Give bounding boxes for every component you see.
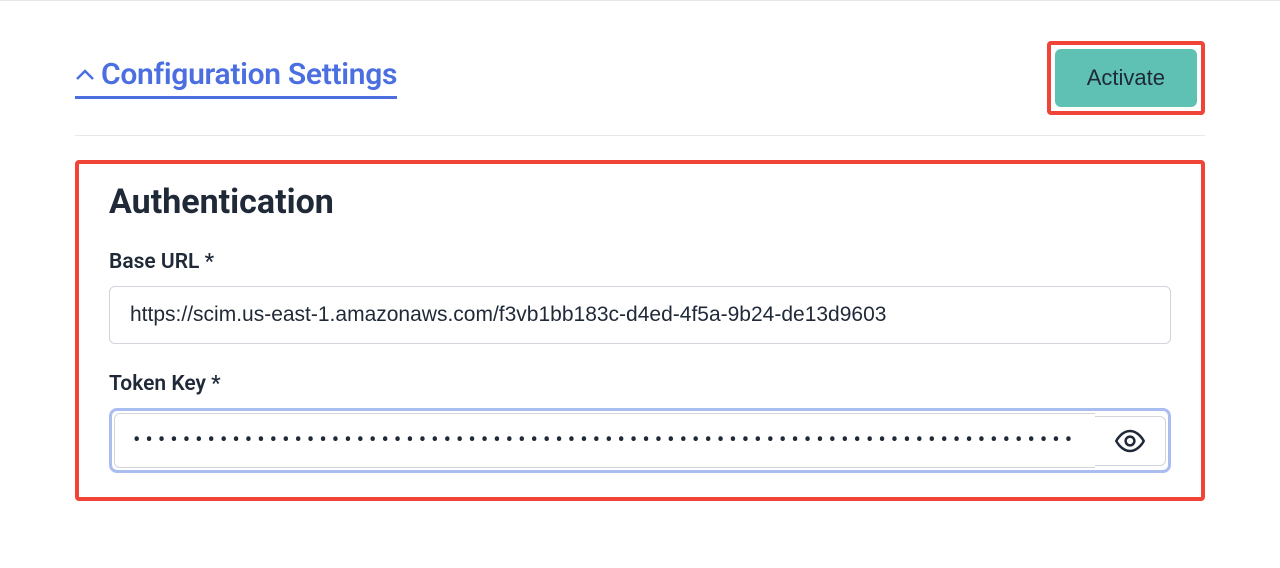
section-title-toggle[interactable]: Configuration Settings <box>75 57 397 99</box>
base-url-label: Base URL * <box>109 250 1171 274</box>
activate-highlight: Activate <box>1047 41 1205 115</box>
header-row: Configuration Settings Activate <box>75 41 1205 136</box>
config-container: Configuration Settings Activate Authenti… <box>0 1 1280 501</box>
authentication-heading: Authentication <box>109 182 1171 222</box>
token-key-field-group: Token Key * <box>109 372 1171 473</box>
auth-highlight: Authentication Base URL * Token Key * <box>75 160 1205 501</box>
section-title: Configuration Settings <box>101 57 397 92</box>
authentication-panel: Authentication Base URL * Token Key * <box>79 164 1201 497</box>
token-key-label: Token Key * <box>109 372 1171 396</box>
activate-button[interactable]: Activate <box>1055 49 1197 107</box>
toggle-visibility-button[interactable] <box>1095 416 1166 466</box>
base-url-field-group: Base URL * <box>109 250 1171 344</box>
token-key-input[interactable] <box>114 413 1095 468</box>
base-url-input[interactable] <box>109 286 1171 344</box>
eye-icon <box>1115 429 1145 453</box>
token-key-input-row <box>109 408 1171 473</box>
chevron-up-icon <box>75 68 95 82</box>
